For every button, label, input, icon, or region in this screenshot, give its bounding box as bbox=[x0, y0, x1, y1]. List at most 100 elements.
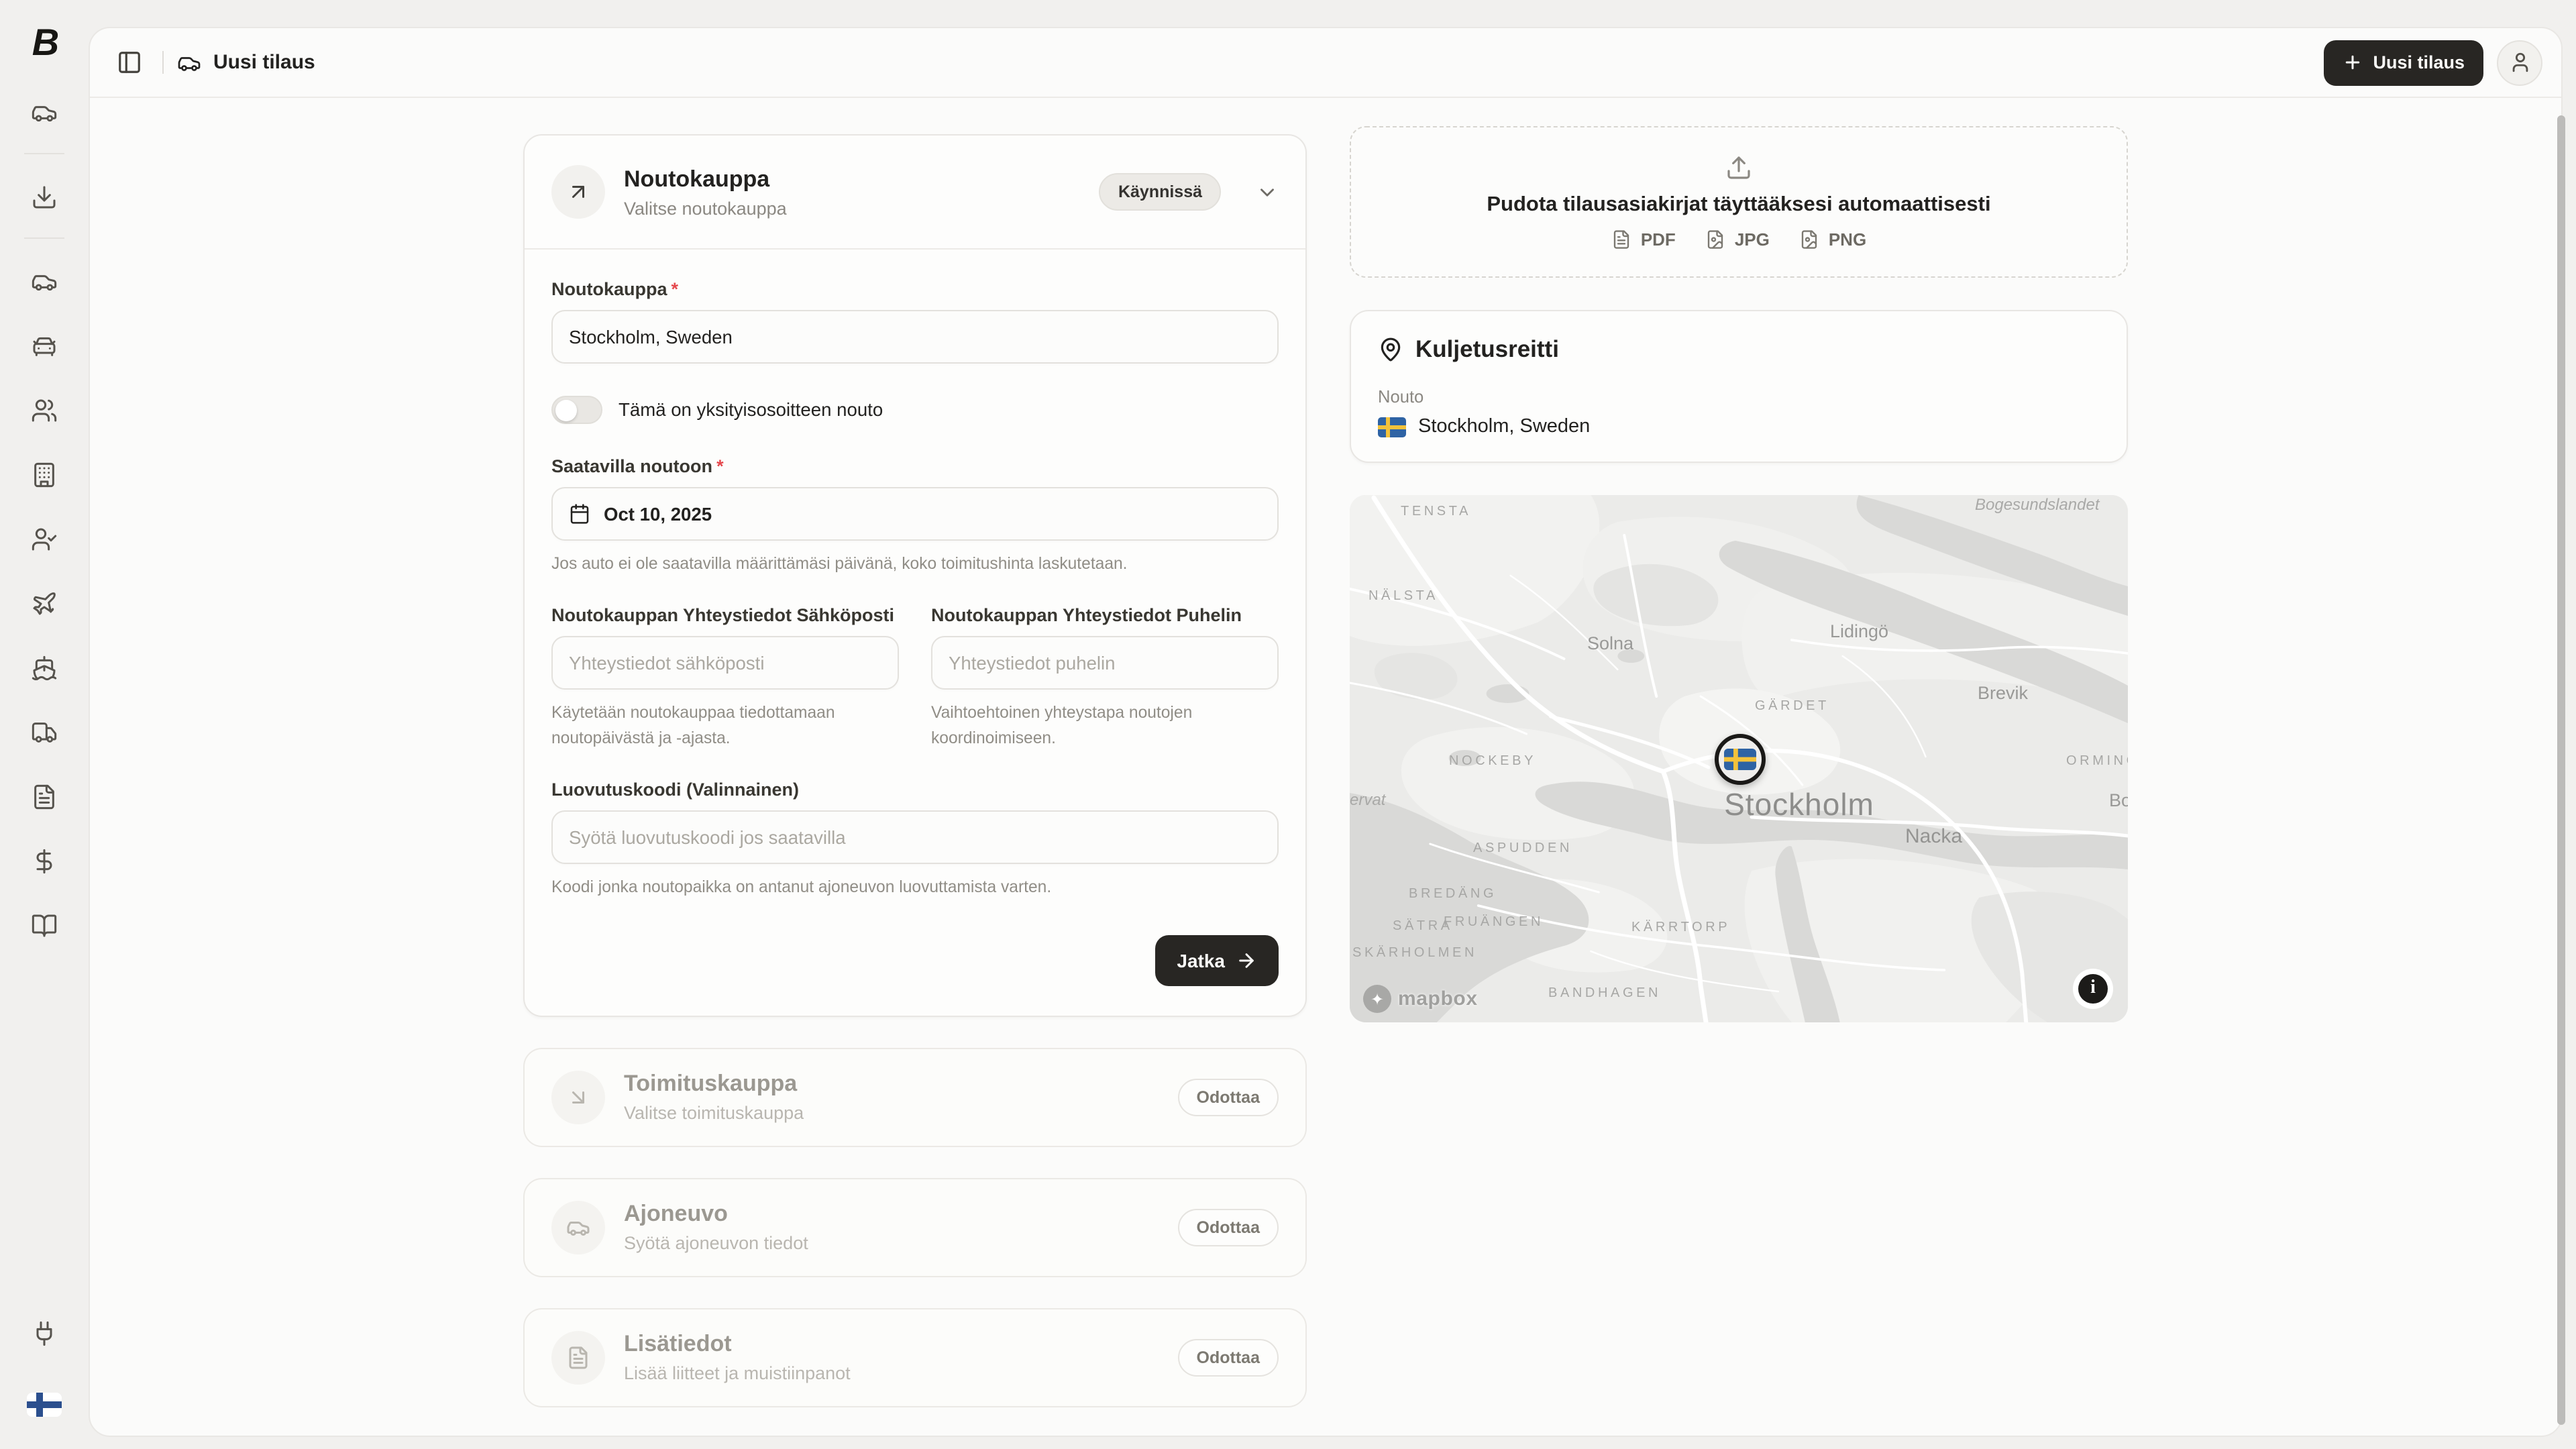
plug-icon bbox=[31, 1320, 58, 1347]
pickup-date-help: Jos auto ei ole saatavilla määrittämäsi … bbox=[551, 551, 1279, 576]
sidebar-item-companies[interactable] bbox=[23, 453, 66, 496]
language-selector-finnish-flag[interactable] bbox=[27, 1393, 62, 1417]
top-bar: Uusi tilaus Uusi tilaus bbox=[90, 28, 2561, 98]
pickup-step-header[interactable]: Noutokauppa Valitse noutokauppa Käynniss… bbox=[525, 136, 1305, 248]
pickup-date-picker[interactable]: Oct 10, 2025 bbox=[551, 487, 1279, 541]
route-pickup-label: Nouto bbox=[1378, 386, 2100, 407]
map-label: Nacka bbox=[1905, 825, 1962, 848]
sweden-flag-icon bbox=[1378, 417, 1406, 437]
delivery-step-card[interactable]: Toimituskauppa Valitse toimituskauppa Od… bbox=[523, 1048, 1307, 1147]
required-asterisk: * bbox=[672, 279, 679, 299]
summary-column: Pudota tilausasiakirjat täyttääksesi aut… bbox=[1350, 126, 2128, 1407]
upload-icon bbox=[1383, 154, 2094, 181]
contact-phone-input[interactable] bbox=[931, 637, 1279, 690]
main-panel: Uusi tilaus Uusi tilaus bbox=[89, 27, 2563, 1437]
user-icon bbox=[2508, 51, 2531, 74]
sweden-flag-icon bbox=[1724, 749, 1756, 770]
map-info-button[interactable]: i bbox=[2073, 969, 2113, 1009]
ship-icon bbox=[31, 655, 58, 682]
map-city-label: Stockholm bbox=[1724, 787, 1874, 823]
arrow-up-right-icon bbox=[551, 165, 605, 219]
sidebar-item-vehicles[interactable] bbox=[23, 260, 66, 303]
step-title: Ajoneuvo bbox=[624, 1201, 1159, 1228]
calendar-icon bbox=[569, 503, 590, 525]
map-label: SKÄRHOLMEN bbox=[1352, 946, 1477, 961]
map-label: FRUÄNGEN bbox=[1444, 915, 1544, 930]
building-icon bbox=[31, 462, 58, 488]
pickup-date-label: Saatavilla noutoon* bbox=[551, 456, 1279, 476]
required-asterisk: * bbox=[716, 456, 724, 476]
collapse-step-button[interactable] bbox=[1256, 180, 1279, 203]
map-label: servat bbox=[1350, 790, 1385, 809]
sidebar-item-fleet[interactable] bbox=[23, 325, 66, 368]
map-label: Brevik bbox=[1978, 683, 2028, 703]
pickup-map-marker[interactable] bbox=[1715, 734, 1766, 785]
status-badge: Odottaa bbox=[1178, 1339, 1279, 1377]
continue-button[interactable]: Jatka bbox=[1155, 935, 1279, 986]
map-label: NOCKEBY bbox=[1449, 754, 1536, 769]
contact-email-label: Noutokauppan Yhteystiedot Sähköposti bbox=[551, 606, 899, 626]
user-check-icon bbox=[31, 526, 58, 553]
info-icon: i bbox=[2078, 974, 2108, 1004]
sidebar-item-sea[interactable] bbox=[23, 647, 66, 690]
page-content: Noutokauppa Valitse noutokauppa Käynniss… bbox=[90, 99, 2561, 1436]
filetype-pdf: PDF bbox=[1611, 229, 1676, 250]
private-pickup-toggle[interactable] bbox=[551, 396, 602, 424]
route-card: Kuljetusreitti Nouto Stockholm, Sweden bbox=[1350, 310, 2128, 463]
contact-email-field: Noutokauppan Yhteystiedot Sähköposti Käy… bbox=[551, 606, 899, 751]
sidebar: B bbox=[0, 0, 89, 1449]
finland-flag-icon bbox=[27, 1393, 62, 1417]
sidebar-item-docs-library[interactable] bbox=[23, 904, 66, 947]
step-title: Toimituskauppa bbox=[624, 1071, 1159, 1098]
car-icon bbox=[31, 268, 58, 295]
sidebar-divider bbox=[24, 237, 64, 239]
map-label: ASPUDDEN bbox=[1473, 841, 1572, 856]
step-subtitle: Syötä ajoneuvon tiedot bbox=[624, 1234, 1159, 1254]
sidebar-item-air[interactable] bbox=[23, 582, 66, 625]
contact-phone-field: Noutokauppan Yhteystiedot Puhelin Vaihto… bbox=[931, 606, 1279, 751]
status-badge: Odottaa bbox=[1178, 1209, 1279, 1246]
sidebar-item-imports[interactable] bbox=[23, 176, 66, 219]
plus-icon bbox=[2342, 52, 2362, 72]
sidebar-item-documents[interactable] bbox=[23, 775, 66, 818]
map-label: Lidingö bbox=[1830, 621, 1888, 641]
details-step-card[interactable]: Lisätiedot Lisää liitteet ja muistiinpan… bbox=[523, 1308, 1307, 1407]
step-subtitle: Lisää liitteet ja muistiinpanot bbox=[624, 1364, 1159, 1384]
contact-email-input[interactable] bbox=[551, 637, 899, 690]
sidebar-item-integrations[interactable] bbox=[23, 1312, 66, 1355]
step-subtitle: Valitse toimituskauppa bbox=[624, 1104, 1159, 1124]
map-label: BREDÄNG bbox=[1409, 887, 1497, 902]
status-badge: Odottaa bbox=[1178, 1079, 1279, 1116]
contact-phone-label: Noutokauppan Yhteystiedot Puhelin bbox=[931, 606, 1279, 626]
truck-icon bbox=[31, 719, 58, 746]
sidebar-item-customers[interactable] bbox=[23, 389, 66, 432]
route-pickup-value: Stockholm, Sweden bbox=[1418, 416, 1590, 437]
contact-phone-help: Vaihtoehtoinen yhteystapa noutojen koord… bbox=[931, 701, 1279, 751]
sidebar-item-billing[interactable] bbox=[23, 840, 66, 883]
vehicle-step-card[interactable]: Ajoneuvo Syötä ajoneuvon tiedot Odottaa bbox=[523, 1178, 1307, 1277]
map-label: KÄRRTORP bbox=[1631, 920, 1730, 935]
document-dropzone[interactable]: Pudota tilausasiakirjat täyttääksesi aut… bbox=[1350, 126, 2128, 278]
sidebar-item-trucking[interactable] bbox=[23, 711, 66, 754]
map-label: GÄRDET bbox=[1755, 699, 1829, 714]
sidebar-item-orders[interactable] bbox=[23, 91, 66, 134]
mapbox-logo: ✦ mapbox bbox=[1363, 985, 1478, 1013]
release-code-label: Luovutuskoodi (Valinnainen) bbox=[551, 780, 1279, 800]
status-badge: Käynnissä bbox=[1099, 173, 1221, 211]
file-image-icon bbox=[1799, 229, 1819, 250]
release-code-input[interactable] bbox=[551, 811, 1279, 865]
sidebar-toggle-button[interactable] bbox=[109, 42, 149, 83]
brand-logo[interactable]: B bbox=[32, 24, 56, 62]
pickup-store-input[interactable] bbox=[551, 310, 1279, 364]
app-root: B bbox=[0, 0, 2576, 1449]
sidebar-item-drivers[interactable] bbox=[23, 518, 66, 561]
book-open-icon bbox=[31, 912, 58, 939]
pickup-form: Noutokauppa* Tämä on yksityisosoitteen n… bbox=[525, 250, 1305, 1016]
step-subtitle: Valitse noutokauppa bbox=[624, 198, 1081, 218]
car-front-icon bbox=[31, 333, 58, 360]
route-title: Kuljetusreitti bbox=[1415, 335, 1559, 364]
vertical-scrollbar[interactable] bbox=[2557, 115, 2565, 1425]
new-order-button[interactable]: Uusi tilaus bbox=[2323, 40, 2483, 85]
user-menu-button[interactable] bbox=[2497, 40, 2542, 85]
map[interactable]: TENSTABogesundslandetNÄLSTASolnaLidingöG… bbox=[1350, 495, 2128, 1022]
